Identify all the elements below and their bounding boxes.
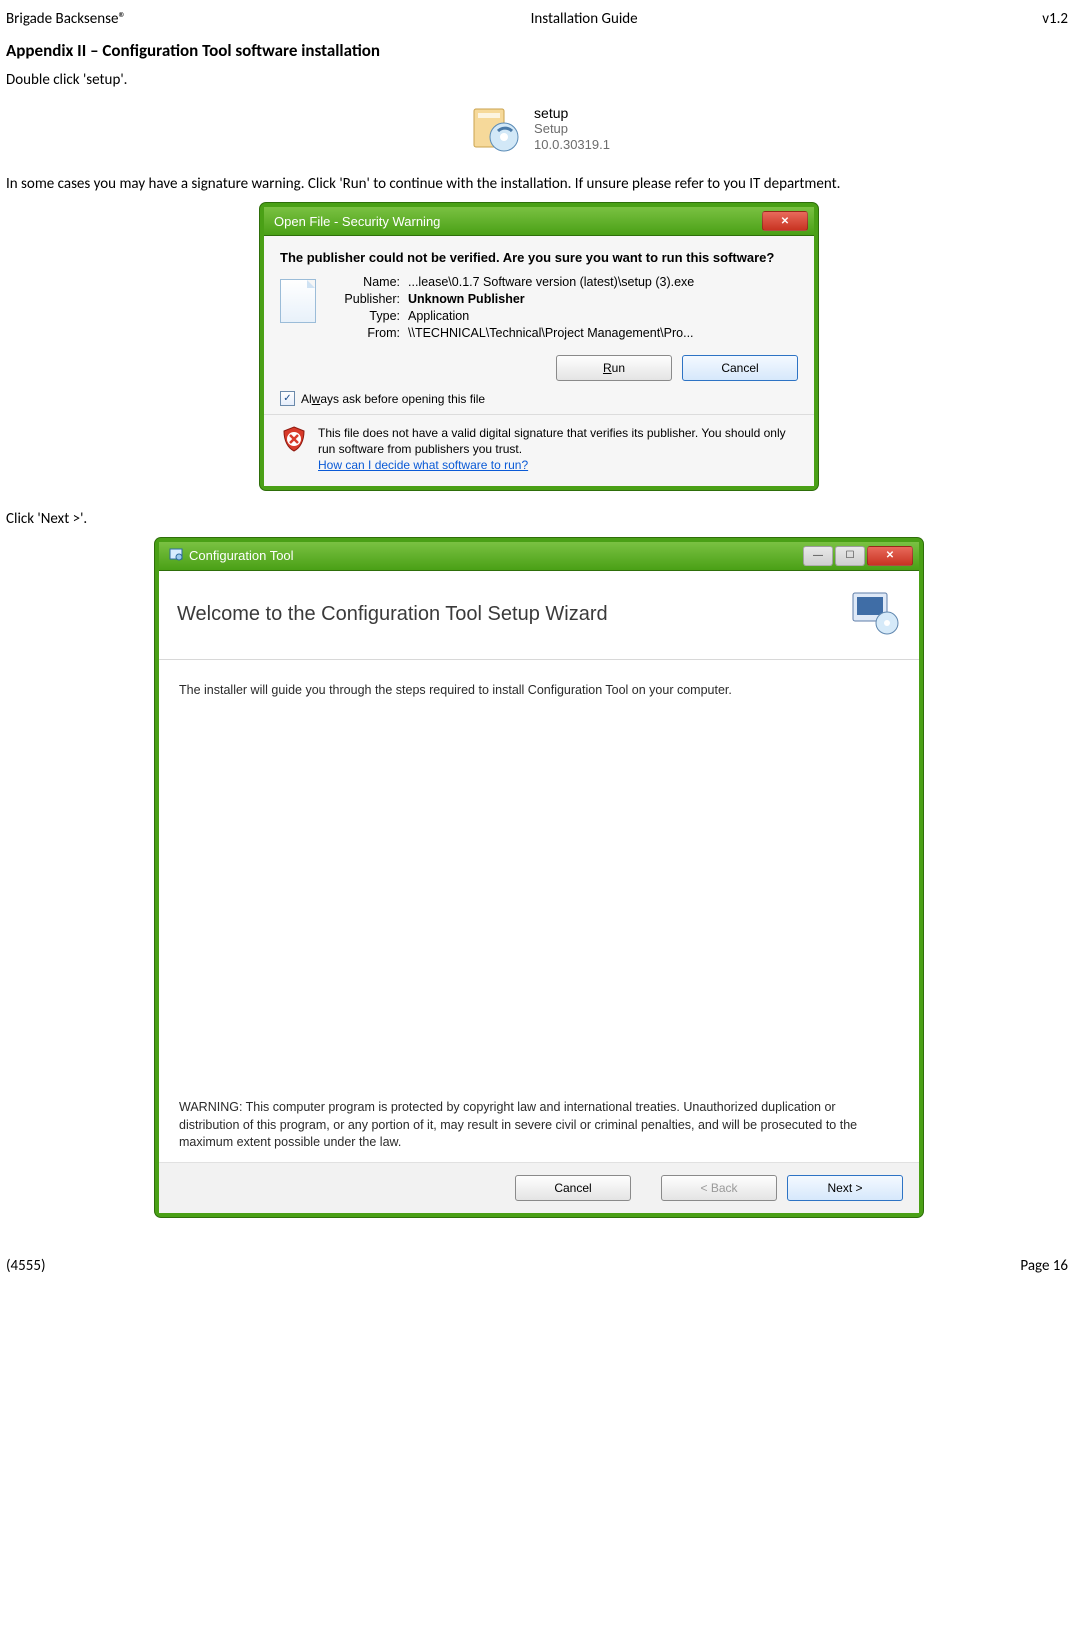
always-ask-checkbox[interactable]: ✓ xyxy=(280,391,295,406)
minimize-icon[interactable]: — xyxy=(803,546,833,566)
wizard-titlebar-icon xyxy=(169,547,183,564)
setup-version: 10.0.30319.1 xyxy=(534,137,610,153)
header-center: Installation Guide xyxy=(531,10,638,28)
cancel-button[interactable]: Cancel xyxy=(682,355,798,381)
dialog-title: Open File - Security Warning xyxy=(274,214,440,229)
wizard-window-title: Configuration Tool xyxy=(189,548,294,563)
label-from: From: xyxy=(326,326,408,340)
page-footer: (4555) Page 16 xyxy=(6,1257,1072,1275)
wizard-footer: Cancel < Back Next > xyxy=(159,1162,919,1213)
maximize-icon[interactable]: ☐ xyxy=(835,546,865,566)
dialog-titlebar: Open File - Security Warning ✕ xyxy=(264,207,814,236)
close-icon[interactable]: ✕ xyxy=(762,211,808,231)
footer-left: (4555) xyxy=(6,1257,46,1275)
wizard-back-button[interactable]: < Back xyxy=(661,1175,777,1201)
value-publisher: Unknown Publisher xyxy=(408,292,525,306)
application-file-icon xyxy=(280,279,316,323)
value-from: \\TECHNICAL\Technical\Project Management… xyxy=(408,326,694,340)
setup-description: Setup xyxy=(534,121,610,137)
page-header: Brigade Backsense® Installation Guide v1… xyxy=(6,10,1072,28)
setup-wizard-dialog: Configuration Tool — ☐ ✕ Welcome to the … xyxy=(155,538,923,1217)
wizard-next-button[interactable]: Next > xyxy=(787,1175,903,1201)
label-name: Name: xyxy=(326,275,408,289)
header-right: v1.2 xyxy=(1042,10,1068,28)
wizard-body: The installer will guide you through the… xyxy=(159,660,919,1162)
setup-filename: setup xyxy=(534,105,610,121)
label-type: Type: xyxy=(326,309,408,323)
footer-right: Page 16 xyxy=(1020,1257,1068,1275)
wizard-titlebar: Configuration Tool — ☐ ✕ xyxy=(159,542,919,571)
signature-warning-text: This file does not have a valid digital … xyxy=(318,426,786,456)
installer-graphic-icon xyxy=(849,589,901,641)
wizard-intro-text: The installer will guide you through the… xyxy=(179,682,899,699)
value-name: ...lease\0.1.7 Software version (latest)… xyxy=(408,275,694,289)
wizard-cancel-button[interactable]: Cancel xyxy=(515,1175,631,1201)
wizard-header: Welcome to the Configuration Tool Setup … xyxy=(159,571,919,660)
help-link[interactable]: How can I decide what software to run? xyxy=(318,458,528,472)
security-warning-dialog: Open File - Security Warning ✕ The publi… xyxy=(260,203,818,490)
step2-text: In some cases you may have a signature w… xyxy=(6,175,1072,193)
installer-icon[interactable] xyxy=(468,101,524,157)
header-left: Brigade Backsense® xyxy=(6,10,126,28)
run-button[interactable]: RRunun xyxy=(556,355,672,381)
appendix-title: Appendix II – Configuration Tool softwar… xyxy=(6,40,1072,61)
step1-text: Double click 'setup'. xyxy=(6,71,1072,89)
dialog-heading: The publisher could not be verified. Are… xyxy=(280,250,798,265)
step3-text: Click 'Next >'. xyxy=(6,510,1072,528)
always-ask-label: Always ask before opening this file xyxy=(301,392,485,406)
value-type: Application xyxy=(408,309,469,323)
shield-error-icon xyxy=(280,425,308,453)
wizard-warning-text: WARNING: This computer program is protec… xyxy=(179,1099,899,1152)
close-icon[interactable]: ✕ xyxy=(867,546,913,566)
wizard-welcome-title: Welcome to the Configuration Tool Setup … xyxy=(177,603,608,626)
label-publisher: Publisher: xyxy=(326,292,408,306)
setup-file-block: setup Setup 10.0.30319.1 xyxy=(6,101,1072,157)
divider xyxy=(264,414,814,415)
